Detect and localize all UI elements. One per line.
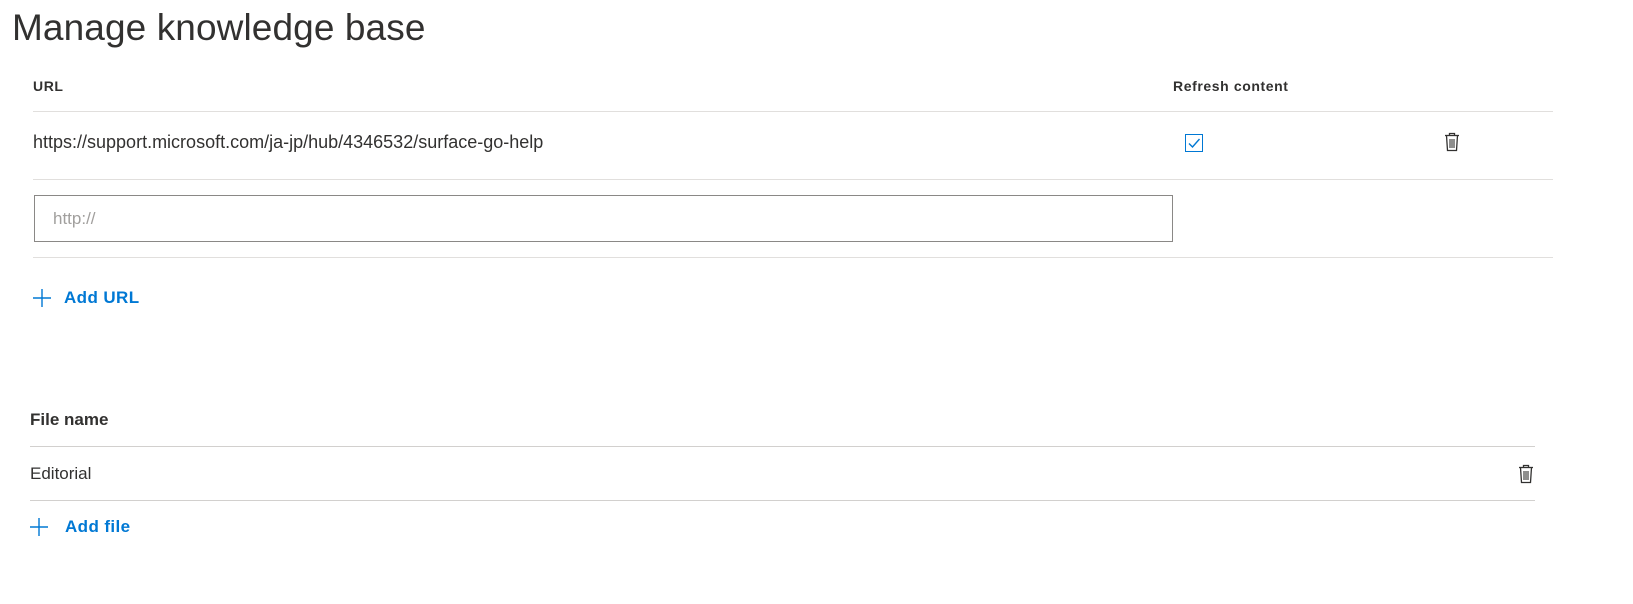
file-name-column-header: File name [30, 410, 109, 429]
trash-icon [1519, 464, 1533, 484]
file-row-name: Editorial [30, 464, 92, 483]
url-input[interactable] [34, 195, 1173, 242]
add-url-label: Add URL [64, 288, 140, 307]
add-url-button[interactable]: Add URL [33, 288, 140, 308]
divider [33, 111, 1553, 112]
refresh-content-column-header: Refresh content [1173, 78, 1289, 94]
delete-url-button[interactable] [1443, 132, 1461, 152]
checkmark-icon [1188, 138, 1201, 149]
divider [33, 179, 1553, 180]
trash-icon [1445, 132, 1459, 152]
refresh-content-checkbox[interactable] [1185, 134, 1203, 152]
page-title: Manage knowledge base [12, 7, 426, 48]
plus-icon [30, 518, 48, 536]
delete-file-button[interactable] [1517, 464, 1535, 484]
add-file-button[interactable]: Add file [30, 517, 131, 537]
divider [30, 500, 1535, 501]
url-column-header: URL [33, 78, 64, 94]
url-row-url: https://support.microsoft.com/ja-jp/hub/… [33, 132, 544, 152]
divider [33, 257, 1553, 258]
divider [30, 446, 1535, 447]
plus-icon [33, 289, 51, 307]
add-file-label: Add file [65, 517, 131, 536]
